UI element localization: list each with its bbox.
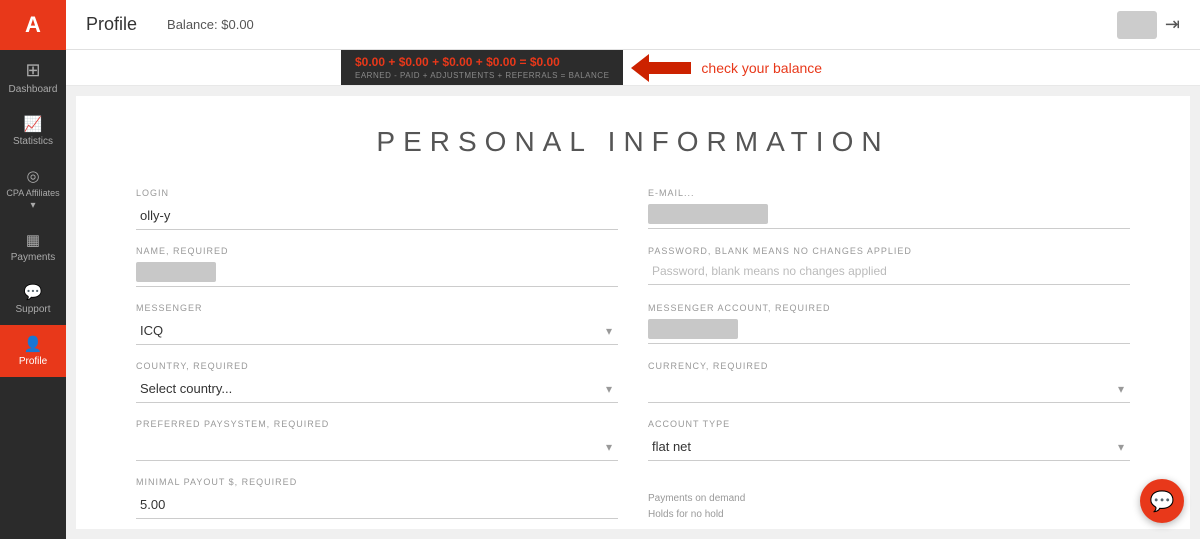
payment-info-line2: Holds for no hold [648, 507, 1130, 523]
country-select-wrapper: Select country... [136, 375, 618, 403]
messenger-account-blurred [648, 319, 738, 339]
dashboard-icon: ⊞ [25, 60, 40, 81]
email-group: E-MAIL... [648, 188, 1130, 230]
balance-formula-labels: EARNED - PAID + ADJUSTMENTS + REFERRALS … [355, 71, 609, 80]
messenger-account-group: MESSENGER ACCOUNT, REQUIRED [648, 303, 1130, 345]
sidebar-item-label: Profile [19, 356, 47, 367]
minimal-payout-group: MINIMAL PAYOUT $, REQUIRED [136, 477, 618, 523]
password-label: PASSWORD, BLANK MEANS NO CHANGES APPLIED [648, 246, 1130, 256]
sidebar-item-label: CPA Affiliates [6, 188, 59, 199]
login-group: LOGIN [136, 188, 618, 230]
chat-bubble-button[interactable]: 💬 [1140, 479, 1184, 523]
country-group: COUNTRY, REQUIRED Select country... [136, 361, 618, 403]
payment-info-line1: Payments on demand [648, 491, 1130, 507]
chat-icon: 💬 [1150, 489, 1175, 514]
login-input[interactable] [136, 202, 618, 230]
account-type-select-wrapper: flat net [648, 433, 1130, 461]
balance-value: $0.00 [221, 17, 254, 32]
header-button[interactable] [1117, 11, 1157, 39]
statistics-icon: 📈 [24, 115, 43, 133]
sidebar-item-label: Dashboard [9, 84, 58, 95]
balance-check-area: check your balance [623, 50, 822, 85]
sidebar-item-dashboard[interactable]: ⊞ Dashboard [0, 50, 66, 105]
name-blurred [136, 262, 216, 282]
form-grid: LOGIN E-MAIL... NAME, REQUIRED [136, 188, 1130, 529]
sidebar-item-statistics[interactable]: 📈 Statistics [0, 105, 66, 157]
balance-notification-bar: $0.00 + $0.00 + $0.00 + $0.00 = $0.00 EA… [66, 50, 1200, 86]
sidebar-item-support[interactable]: 💬 Support [0, 273, 66, 325]
sidebar-item-label: Support [15, 304, 50, 315]
minimal-payout-label: MINIMAL PAYOUT $, REQUIRED [136, 477, 618, 487]
form-area: PERSONAL INFORMATION LOGIN E-MAIL... NAM… [76, 96, 1190, 529]
currency-group: CURRENCY, REQUIRED [648, 361, 1130, 403]
sidebar-item-label: Statistics [13, 136, 53, 147]
messenger-label: MESSENGER [136, 303, 618, 313]
login-label: LOGIN [136, 188, 618, 198]
sidebar-item-label: Payments [11, 252, 55, 263]
paysystem-group: PREFERRED PAYSYSTEM, REQUIRED change the… [136, 419, 618, 461]
content-area: PERSONAL INFORMATION LOGIN E-MAIL... NAM… [66, 86, 1200, 539]
account-type-group: ACCOUNT TYPE flat net [648, 419, 1130, 461]
balance-label: Balance: $0.00 [167, 17, 254, 32]
currency-select-wrapper [648, 375, 1130, 403]
left-arrow-icon [631, 54, 691, 82]
email-blurred [648, 204, 768, 224]
account-type-select[interactable]: flat net [648, 433, 1130, 461]
account-type-label: ACCOUNT TYPE [648, 419, 1130, 429]
sidebar-logo[interactable]: A [0, 0, 66, 50]
main-content: Profile Balance: $0.00 ⇥ $0.00 + $0.00 +… [66, 0, 1200, 539]
logout-button[interactable]: ⇥ [1165, 14, 1180, 35]
chevron-down-icon: ▾ [30, 200, 35, 211]
sidebar-item-profile[interactable]: 👤 Profile [0, 325, 66, 377]
balance-formula-box: $0.00 + $0.00 + $0.00 + $0.00 = $0.00 EA… [341, 50, 623, 85]
password-group: PASSWORD, BLANK MEANS NO CHANGES APPLIED [648, 246, 1130, 287]
country-label: COUNTRY, REQUIRED [136, 361, 618, 371]
payment-info-group: - Payments on demand Holds for no hold [648, 477, 1130, 523]
currency-label: CURRENCY, REQUIRED [648, 361, 1130, 371]
sidebar-item-cpa-affiliates[interactable]: ◎ CPA Affiliates ▾ [0, 157, 66, 221]
minimal-payout-input[interactable] [136, 491, 618, 519]
country-select[interactable]: Select country... [136, 375, 618, 403]
name-label: NAME, REQUIRED [136, 246, 618, 256]
name-group: NAME, REQUIRED [136, 246, 618, 287]
payment-info: Payments on demand Holds for no hold [648, 491, 1130, 523]
messenger-select-wrapper: ICQ Skype Telegram [136, 317, 618, 345]
messenger-select[interactable]: ICQ Skype Telegram [136, 317, 618, 345]
paysystem-label: PREFERRED PAYSYSTEM, REQUIRED [136, 419, 618, 429]
currency-select[interactable] [648, 375, 1130, 403]
page-title: Profile [86, 14, 137, 35]
profile-icon: 👤 [24, 335, 43, 353]
form-title: PERSONAL INFORMATION [136, 126, 1130, 158]
sidebar-item-payments[interactable]: ▦ Payments [0, 221, 66, 273]
sidebar: A ⊞ Dashboard 📈 Statistics ◎ CPA Affilia… [0, 0, 66, 539]
check-balance-text: check your balance [701, 60, 822, 76]
payments-icon: ▦ [26, 231, 40, 249]
balance-formula: $0.00 + $0.00 + $0.00 + $0.00 = $0.00 [355, 55, 609, 69]
support-icon: 💬 [24, 283, 43, 301]
messenger-group: MESSENGER ICQ Skype Telegram [136, 303, 618, 345]
paysystem-select-wrapper [136, 433, 618, 461]
cpa-icon: ◎ [26, 167, 39, 185]
messenger-account-label: MESSENGER ACCOUNT, REQUIRED [648, 303, 1130, 313]
header: Profile Balance: $0.00 ⇥ [66, 0, 1200, 50]
email-label: E-MAIL... [648, 188, 1130, 198]
password-input[interactable] [648, 260, 1130, 285]
paysystem-select[interactable] [136, 433, 618, 461]
